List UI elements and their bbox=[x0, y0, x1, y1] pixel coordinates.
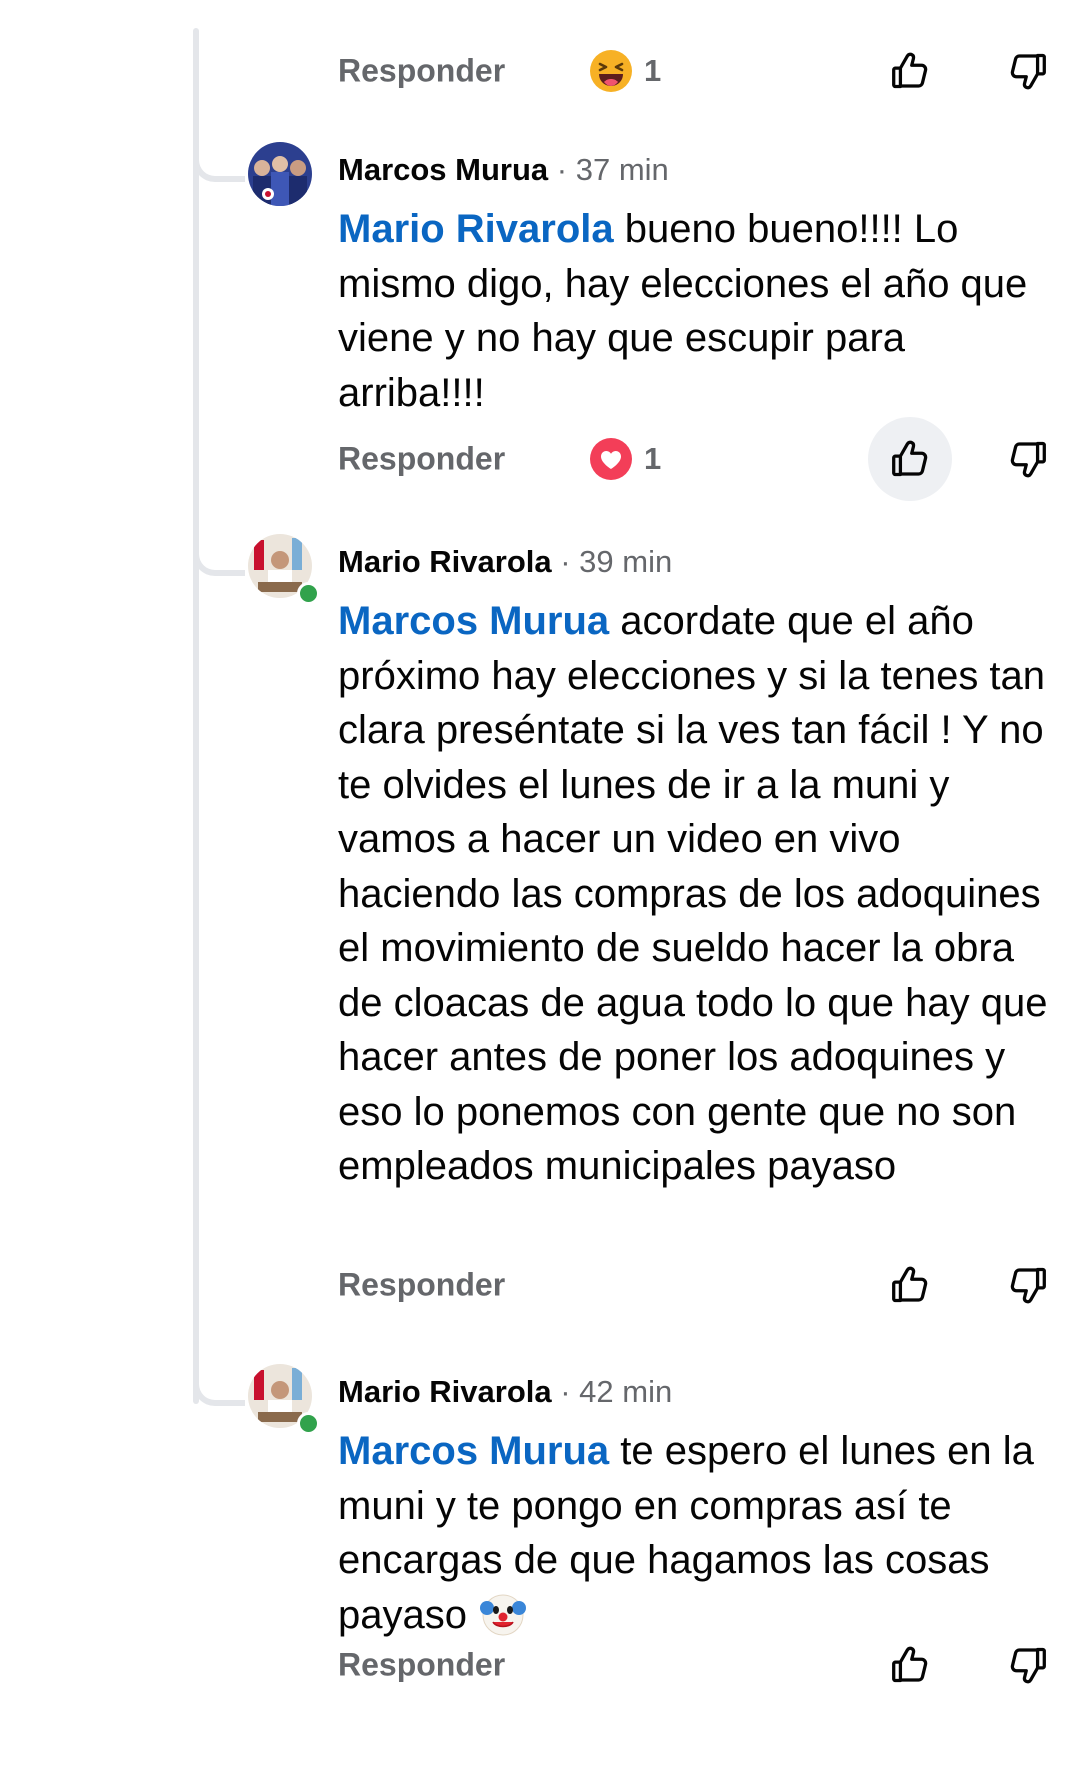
mention-link[interactable]: Marcos Murua bbox=[338, 1429, 609, 1473]
author-name[interactable]: Marcos Murua bbox=[338, 152, 548, 187]
group-photo-avatar-icon bbox=[248, 142, 312, 206]
comment-meta: Mario Rivarola · 39 min bbox=[338, 544, 672, 580]
comment-meta: Mario Rivarola · 42 min bbox=[338, 1374, 672, 1410]
thumbs-down-icon bbox=[1005, 1642, 1051, 1688]
thumbs-up-icon bbox=[887, 1262, 933, 1308]
comment-text: Marcos Murua acordate que el año próximo… bbox=[338, 594, 1050, 1194]
downvote-button[interactable] bbox=[996, 427, 1060, 491]
thumbs-up-icon bbox=[887, 48, 933, 94]
upvote-button[interactable] bbox=[878, 1633, 942, 1697]
author-name[interactable]: Mario Rivarola bbox=[338, 544, 552, 579]
downvote-button[interactable] bbox=[996, 1253, 1060, 1317]
thread-branch bbox=[193, 540, 245, 576]
upvote-button[interactable] bbox=[878, 39, 942, 103]
timestamp[interactable]: · 42 min bbox=[560, 1374, 672, 1409]
comment-text: Mario Rivarola bueno bueno!!!! Lo mismo … bbox=[338, 202, 1050, 420]
reply-button[interactable]: Responder bbox=[338, 1267, 505, 1304]
author-name[interactable]: Mario Rivarola bbox=[338, 1374, 552, 1409]
timestamp[interactable]: · 37 min bbox=[557, 152, 669, 187]
online-status-indicator bbox=[297, 582, 320, 605]
haha-reaction-icon bbox=[590, 50, 632, 92]
downvote-button[interactable] bbox=[996, 1633, 1060, 1697]
thumbs-down-icon bbox=[1005, 48, 1051, 94]
timestamp[interactable]: · 39 min bbox=[560, 544, 672, 579]
thread-line bbox=[193, 28, 199, 1404]
comment-actions: Responder bbox=[338, 1630, 1038, 1700]
thumbs-up-icon bbox=[887, 436, 933, 482]
comment-actions: Responder 1 bbox=[338, 417, 1038, 501]
comment-actions: Responder 1 bbox=[338, 36, 1038, 106]
reply-button[interactable]: Responder bbox=[338, 441, 505, 478]
comment-text: Marcos Murua te espero el lunes en la mu… bbox=[338, 1424, 1050, 1642]
reply-button[interactable]: Responder bbox=[338, 1647, 505, 1684]
reply-button[interactable]: Responder bbox=[338, 53, 505, 90]
reaction-count: 1 bbox=[644, 441, 662, 476]
comment-meta: Marcos Murua · 37 min bbox=[338, 152, 669, 188]
thread-branch bbox=[193, 146, 245, 182]
downvote-button[interactable] bbox=[996, 39, 1060, 103]
upvote-button[interactable] bbox=[878, 1253, 942, 1317]
mention-link[interactable]: Marcos Murua bbox=[338, 599, 609, 643]
reaction-summary[interactable]: 1 bbox=[588, 436, 661, 482]
thumbs-down-icon bbox=[1005, 436, 1051, 482]
love-reaction-icon bbox=[590, 438, 632, 480]
mention-link[interactable]: Mario Rivarola bbox=[338, 207, 614, 251]
upvote-button[interactable] bbox=[868, 417, 952, 501]
thread-branch bbox=[193, 1370, 245, 1406]
reaction-summary[interactable]: 1 bbox=[588, 48, 661, 94]
thumbs-down-icon bbox=[1005, 1262, 1051, 1308]
reaction-count: 1 bbox=[644, 53, 662, 88]
comment-actions: Responder bbox=[338, 1250, 1038, 1320]
thumbs-up-icon bbox=[887, 1642, 933, 1688]
avatar[interactable] bbox=[248, 142, 312, 206]
comment-body: acordate que el año próximo hay eleccion… bbox=[338, 599, 1048, 1188]
online-status-indicator bbox=[297, 1412, 320, 1435]
